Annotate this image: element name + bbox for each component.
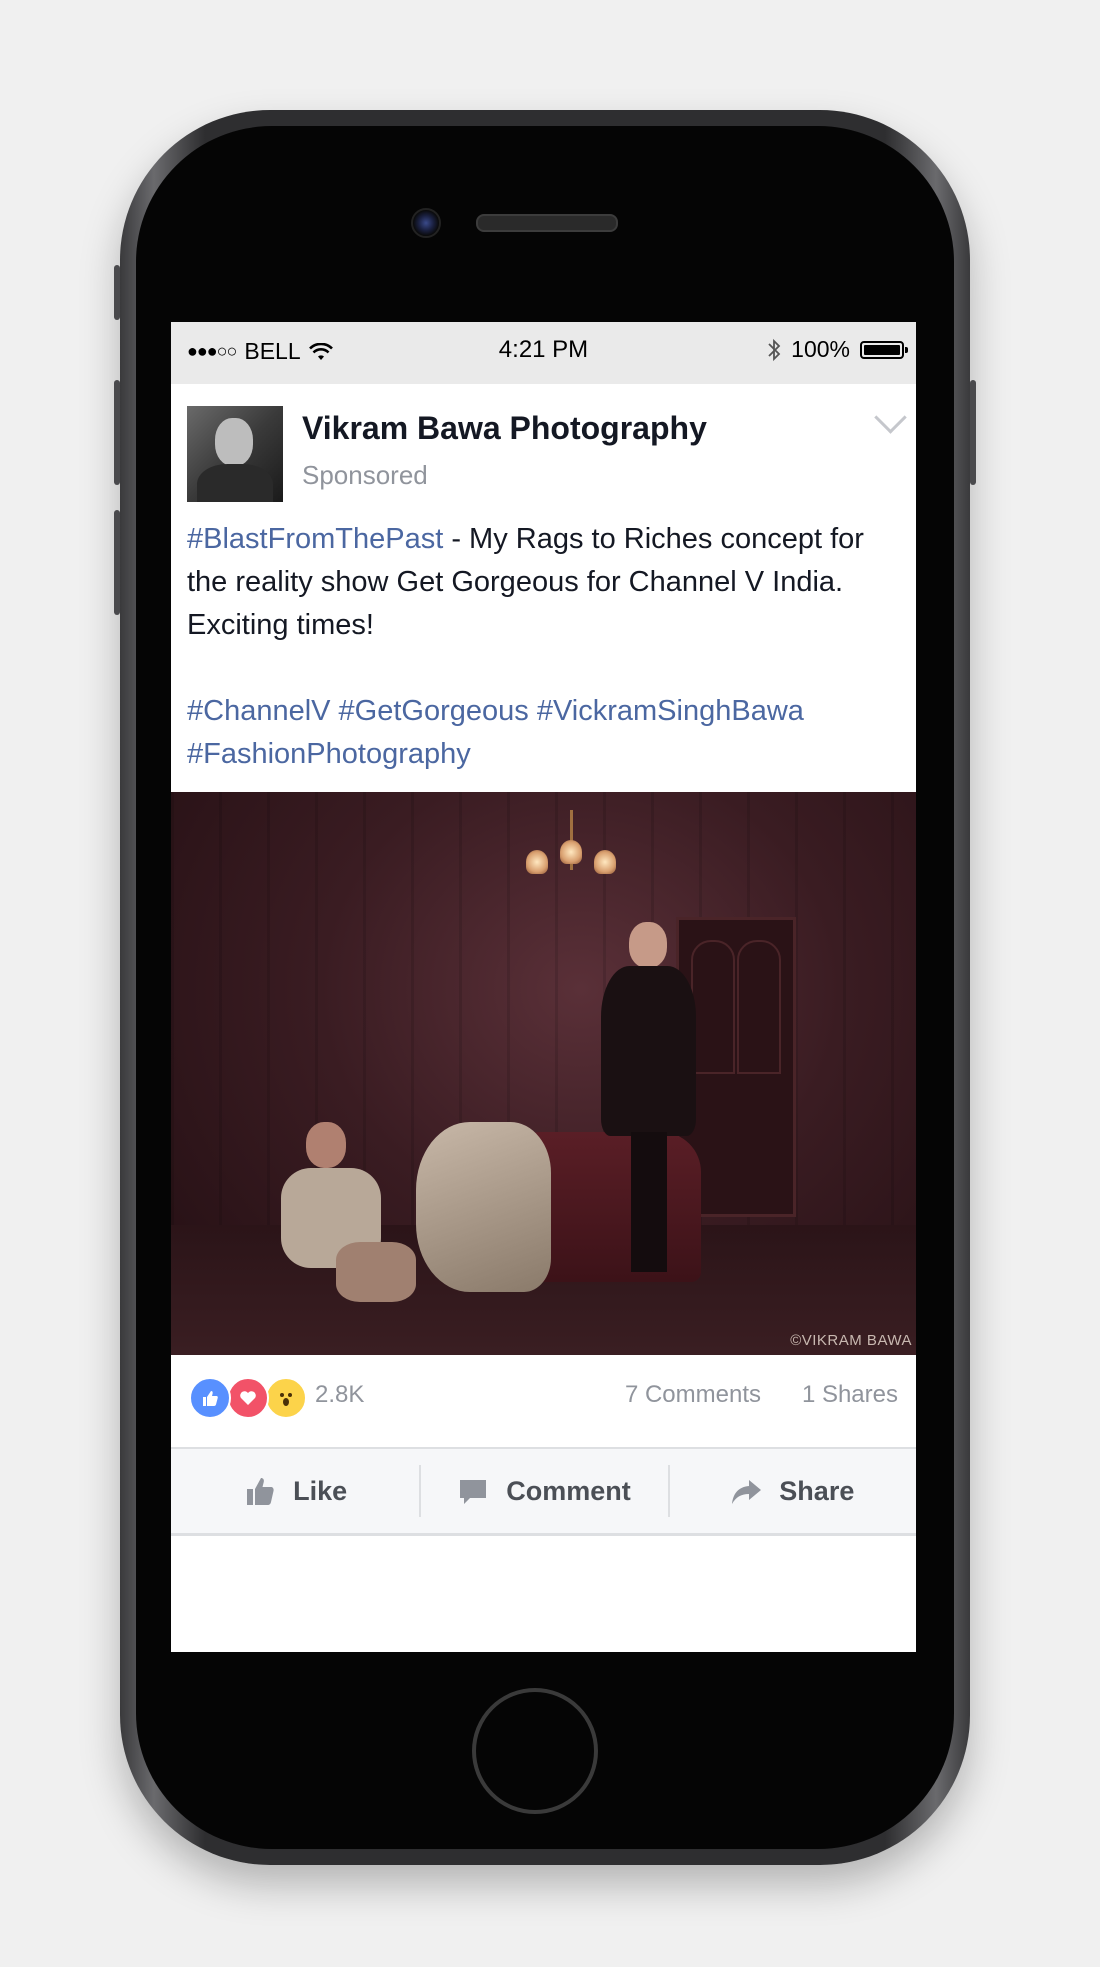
front-camera bbox=[411, 208, 441, 238]
wow-reaction-icon[interactable] bbox=[265, 1377, 307, 1419]
home-button[interactable] bbox=[472, 1688, 598, 1814]
figure-legs bbox=[336, 1242, 416, 1302]
battery-fill bbox=[864, 344, 900, 355]
sponsored-label[interactable]: Sponsored bbox=[302, 460, 428, 491]
post-photo[interactable]: ©VIKRAM BAWA bbox=[171, 792, 916, 1355]
hashtag-link[interactable]: #BlastFromThePast bbox=[187, 523, 443, 555]
post-header: Vikram Bawa Photography Sponsored bbox=[171, 384, 916, 512]
bluetooth-icon bbox=[768, 338, 781, 361]
comment-button[interactable]: Comment bbox=[419, 1449, 667, 1533]
figure-legs bbox=[631, 1132, 667, 1272]
volume-up-button bbox=[114, 380, 120, 485]
photo-cloth bbox=[416, 1122, 551, 1292]
comment-bubble-icon bbox=[460, 1480, 487, 1504]
like-button[interactable]: Like bbox=[171, 1449, 419, 1533]
hashtag-links-line-2[interactable]: #FashionPhotography bbox=[187, 733, 900, 776]
reactions-summary: 2.8K 7 Comments 1 Shares bbox=[171, 1355, 916, 1449]
like-reaction-icon[interactable] bbox=[189, 1377, 231, 1419]
figure-head bbox=[306, 1122, 346, 1168]
avatar-body bbox=[197, 464, 273, 502]
earpiece-speaker bbox=[476, 214, 618, 232]
photo-standing-man bbox=[591, 922, 701, 1282]
photo-watermark: ©VIKRAM BAWA bbox=[790, 1332, 912, 1349]
chandelier-lamp bbox=[594, 850, 616, 874]
hashtag-links-line-1[interactable]: #ChannelV #GetGorgeous #VickramSinghBawa bbox=[187, 690, 900, 733]
page-avatar[interactable] bbox=[187, 406, 283, 502]
action-bar: Like Comment Share bbox=[171, 1449, 916, 1536]
shares-count[interactable]: 1 Shares bbox=[802, 1381, 898, 1409]
chevron-down-icon[interactable] bbox=[874, 401, 907, 434]
share-arrow-icon bbox=[732, 1480, 762, 1504]
phone-screen: ●●●○○ BELL 4:21 PM 100% Vikram Bawa Phot… bbox=[171, 322, 916, 1652]
battery-percent: 100% bbox=[791, 336, 850, 362]
love-reaction-icon[interactable] bbox=[227, 1377, 269, 1419]
mute-switch bbox=[114, 265, 120, 320]
thumbs-up-icon bbox=[247, 1478, 274, 1505]
page-name[interactable]: Vikram Bawa Photography bbox=[302, 410, 707, 447]
status-bar: ●●●○○ BELL 4:21 PM 100% bbox=[171, 322, 916, 384]
power-button bbox=[970, 380, 976, 485]
reaction-count[interactable]: 2.8K bbox=[315, 1381, 364, 1409]
figure-head bbox=[629, 922, 667, 968]
status-right: 100% bbox=[767, 336, 908, 363]
like-label: Like bbox=[293, 1475, 348, 1506]
comment-label: Comment bbox=[506, 1475, 631, 1506]
chandelier-lamp bbox=[526, 850, 548, 874]
avatar-head bbox=[215, 418, 253, 466]
photo-sitting-man bbox=[266, 1122, 416, 1322]
photo-chandelier bbox=[526, 810, 616, 890]
share-label: Share bbox=[779, 1475, 855, 1506]
post-text: #BlastFromThePast - My Rags to Riches co… bbox=[171, 512, 916, 792]
battery-icon bbox=[860, 340, 908, 359]
chandelier-lamp bbox=[560, 840, 582, 864]
volume-down-button bbox=[114, 510, 120, 615]
comments-count[interactable]: 7 Comments bbox=[625, 1381, 761, 1409]
figure-torso bbox=[601, 966, 696, 1136]
share-button[interactable]: Share bbox=[667, 1449, 916, 1533]
